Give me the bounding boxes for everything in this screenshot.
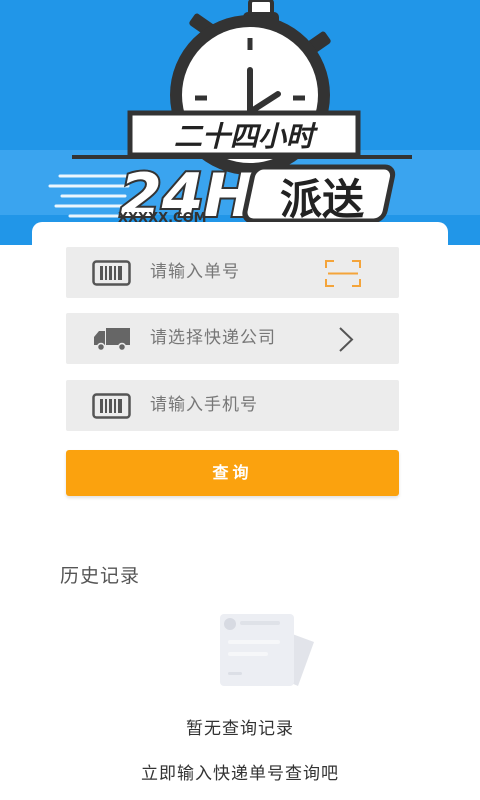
phone-number-input[interactable]: 请输入手机号 bbox=[150, 380, 258, 431]
phone-number-field[interactable]: 请输入手机号 bbox=[66, 380, 399, 431]
speed-lines bbox=[48, 174, 132, 218]
barcode-icon bbox=[92, 260, 131, 286]
query-button[interactable]: 查询 bbox=[66, 450, 399, 496]
courier-company-select[interactable]: 请选择快递公司 bbox=[150, 313, 276, 364]
empty-records-title: 暂无查询记录 bbox=[186, 719, 294, 739]
tracking-number-input[interactable]: 请输入单号 bbox=[150, 247, 240, 298]
empty-records-subtitle: 立即输入快递单号查询吧 bbox=[141, 764, 339, 784]
banner-artwork: 二十四小时 24H 派送 XXXXX.COM bbox=[48, 0, 412, 233]
barcode-icon bbox=[92, 393, 131, 419]
scan-icon[interactable] bbox=[325, 260, 361, 287]
truck-icon bbox=[94, 328, 130, 352]
chevron-right-icon[interactable] bbox=[327, 326, 363, 353]
logo-cn: 派送 bbox=[280, 175, 364, 224]
tracking-number-field[interactable]: 请输入单号 bbox=[66, 247, 399, 298]
courier-company-field[interactable]: 请选择快递公司 bbox=[66, 313, 399, 364]
history-title: 历史记录 bbox=[60, 565, 141, 587]
empty-records-illustration bbox=[220, 614, 314, 686]
banner: 二十四小时 24H 派送 XXXXX.COM bbox=[0, 0, 480, 245]
banner-title: 二十四小时 bbox=[174, 120, 319, 153]
